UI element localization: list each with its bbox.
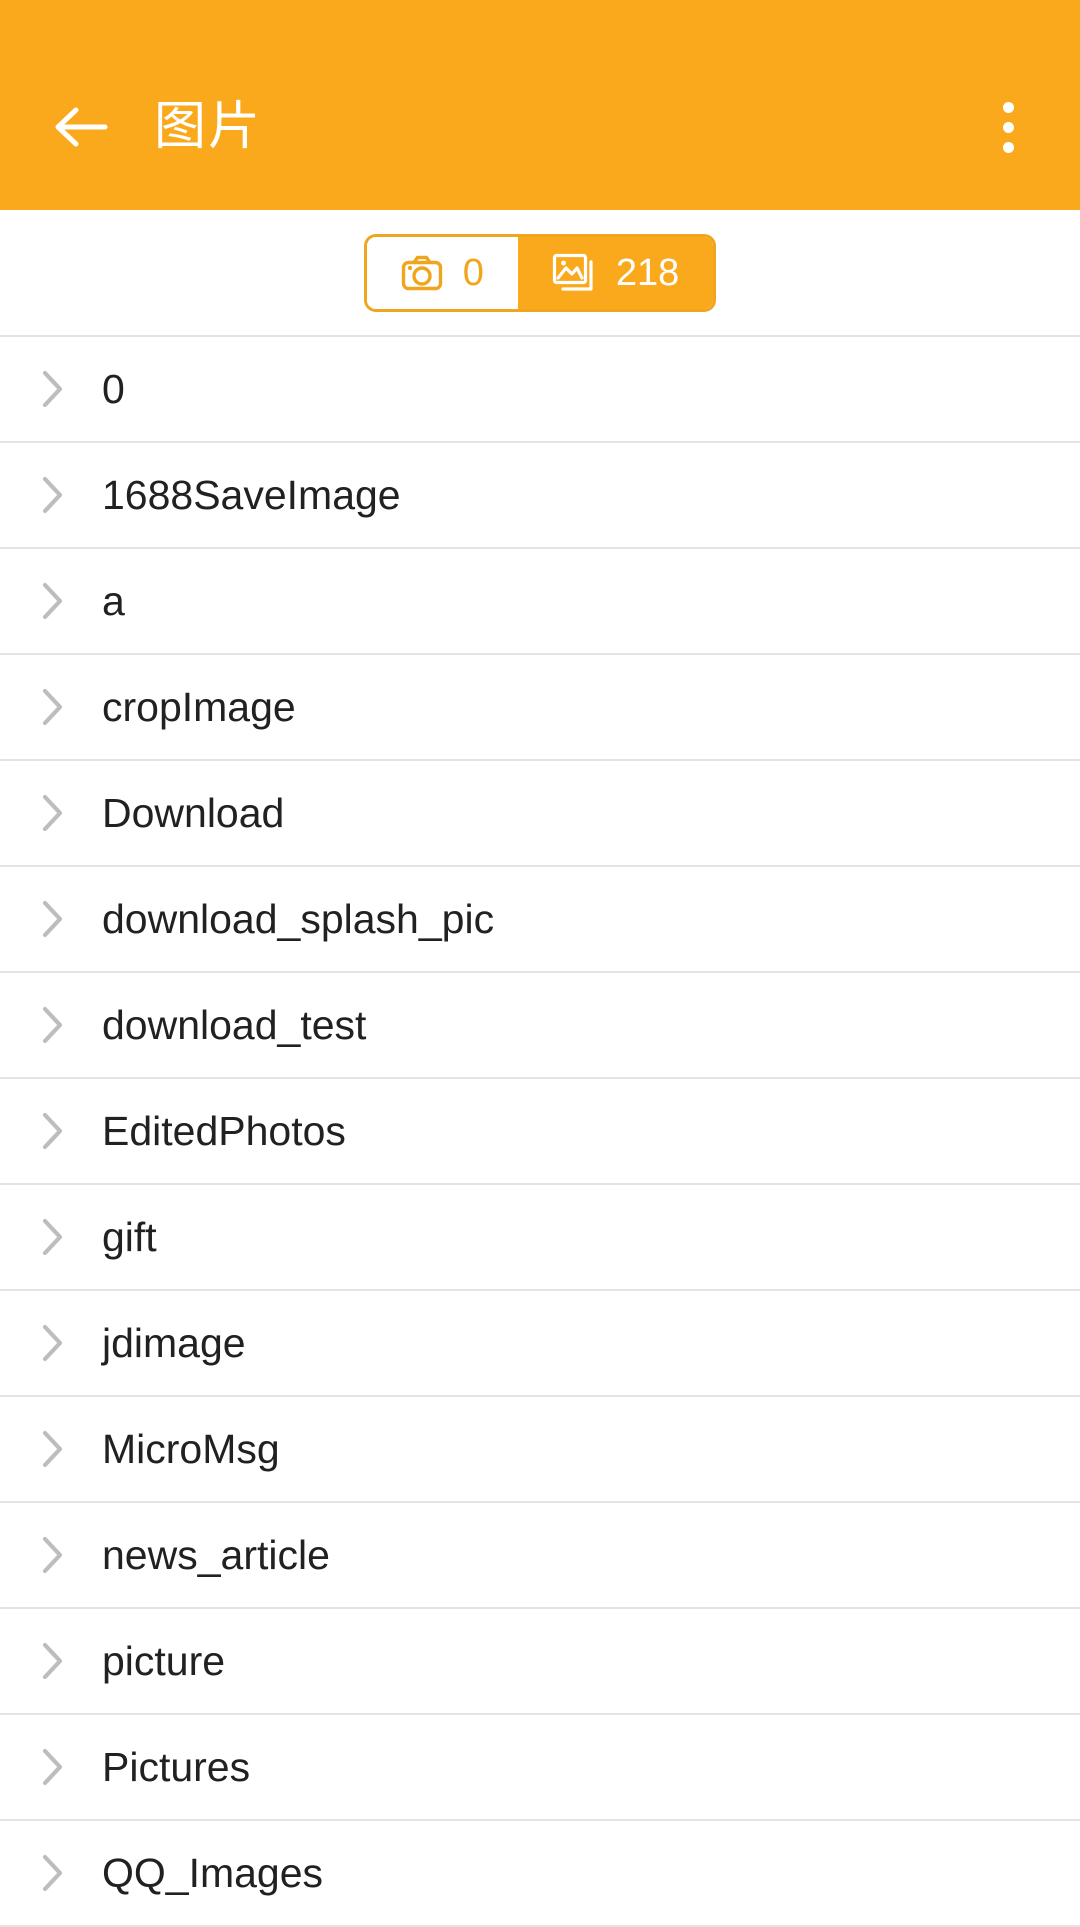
filter-segment-gallery[interactable]: 218 — [517, 236, 714, 309]
photo-stack-icon — [552, 253, 596, 293]
filter-segment-camera[interactable]: 0 — [366, 236, 518, 309]
folder-list-item[interactable]: EditedPhotos — [0, 1079, 1080, 1185]
more-vertical-icon-dot — [1002, 121, 1014, 133]
back-button[interactable] — [44, 91, 116, 163]
chevron-right-icon — [36, 1854, 70, 1892]
chevron-right-icon — [36, 900, 70, 938]
folder-list-item-label: MicroMsg — [102, 1425, 280, 1472]
folder-list-item[interactable]: download_test — [0, 973, 1080, 1079]
chevron-right-icon — [36, 688, 70, 726]
folder-list-item-label: a — [102, 577, 125, 624]
chevron-right-icon — [36, 370, 70, 408]
folder-list-item-label: 0 — [102, 365, 125, 412]
folder-list-item-label: news_article — [102, 1531, 330, 1578]
more-vertical-icon-dot — [1002, 141, 1014, 153]
chevron-right-icon — [36, 1430, 70, 1468]
folder-list-item[interactable]: 0 — [0, 337, 1080, 443]
folder-list-item[interactable]: picture — [0, 1609, 1080, 1715]
chevron-right-icon — [36, 794, 70, 832]
folder-list-item-label: 1688SaveImage — [102, 471, 401, 518]
chevron-right-icon — [36, 476, 70, 514]
filter-segment-gallery-count: 218 — [615, 251, 680, 294]
overflow-menu-button[interactable] — [976, 35, 1040, 175]
folder-list-item[interactable]: QQ_Images — [0, 1821, 1080, 1927]
page-title: 图片 — [154, 98, 263, 156]
folder-list-item-label: cropImage — [102, 683, 296, 730]
chevron-right-icon — [36, 582, 70, 620]
folder-list-item-label: Download — [102, 789, 285, 836]
folder-list-item[interactable]: cropImage — [0, 655, 1080, 761]
folder-list-item[interactable]: 1688SaveImage — [0, 443, 1080, 549]
folder-list-item-label: jdimage — [102, 1319, 246, 1366]
chevron-right-icon — [36, 1642, 70, 1680]
chevron-right-icon — [36, 1006, 70, 1044]
folder-list: 0 1688SaveImage a cropImage Download download… — [0, 335, 1080, 1927]
app-bar-left-group: 图片 — [44, 47, 976, 163]
folder-list-item-label: picture — [102, 1637, 226, 1684]
folder-list-item[interactable]: news_article — [0, 1503, 1080, 1609]
chevron-right-icon — [36, 1112, 70, 1150]
folder-list-item[interactable]: Download — [0, 761, 1080, 867]
folder-list-item-label: gift — [102, 1213, 157, 1260]
chevron-right-icon — [36, 1324, 70, 1362]
folder-list-item[interactable]: gift — [0, 1185, 1080, 1291]
folder-list-item[interactable]: download_splash_pic — [0, 867, 1080, 973]
chevron-right-icon — [36, 1748, 70, 1786]
chevron-right-icon — [36, 1536, 70, 1574]
app-bar: 图片 — [0, 0, 1080, 210]
folder-list-item-label: Pictures — [102, 1743, 251, 1790]
filter-segment-camera-count: 0 — [462, 251, 484, 294]
arrow-left-icon — [52, 105, 108, 149]
filter-toggle-container: 0 218 — [0, 210, 1080, 335]
folder-list-item-label: download_splash_pic — [102, 895, 495, 942]
chevron-right-icon — [36, 1218, 70, 1256]
more-vertical-icon-dot — [1002, 101, 1014, 113]
folder-list-item-label: EditedPhotos — [102, 1107, 346, 1154]
folder-list-item[interactable]: MicroMsg — [0, 1397, 1080, 1503]
folder-list-item[interactable]: jdimage — [0, 1291, 1080, 1397]
folder-list-item-label: QQ_Images — [102, 1849, 324, 1896]
filter-toggle: 0 218 — [363, 233, 717, 312]
folder-list-item[interactable]: a — [0, 549, 1080, 655]
camera-icon — [401, 255, 443, 291]
folder-list-item-label: download_test — [102, 1001, 367, 1048]
folder-list-item[interactable]: Pictures — [0, 1715, 1080, 1821]
